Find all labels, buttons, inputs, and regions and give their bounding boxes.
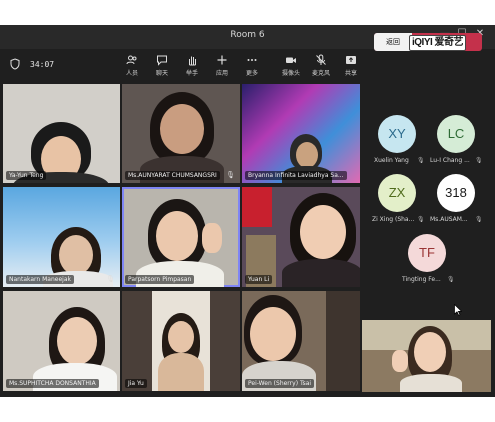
roster-name: Zi Xing (Sha...	[372, 216, 415, 223]
camera-button[interactable]: 摄像头	[274, 54, 308, 77]
raise-hand-label: 举手	[185, 70, 198, 77]
avatar-tf[interactable]: TF	[408, 234, 446, 272]
video-tile-suphitcha[interactable]: Ms.SUPHITCHA DONSANTHIA	[3, 291, 120, 391]
return-button[interactable]: 返回	[374, 33, 412, 51]
self-view-video[interactable]	[362, 320, 491, 392]
mic-muted-icon: 🎙	[226, 171, 235, 179]
avatar-318[interactable]: 318	[437, 174, 475, 212]
participant-name: Pei-Wen (Sherry) Tsai	[245, 379, 315, 388]
participant-roster: XY Xuelin Yang 🎙 LC Lu-I Chang ... 🎙 ZX …	[362, 84, 495, 319]
iqiyi-watermark: iQIYI 爱奇艺	[409, 35, 467, 51]
avatar-zx[interactable]: ZX	[378, 174, 416, 212]
video-tile-jia-yu[interactable]: Jia Yu	[122, 291, 240, 391]
roster-name: Tingting Fe...	[402, 276, 441, 283]
microphone-icon	[316, 54, 326, 65]
leave-button[interactable]: 返回 iQIYI 爱奇艺	[374, 33, 482, 51]
avatar-lc[interactable]: LC	[437, 115, 475, 153]
more-button[interactable]: 更多	[235, 54, 269, 77]
background-door	[326, 291, 360, 391]
mouse-cursor-icon	[454, 304, 462, 316]
video-tile-aunyarat[interactable]: Ms.AUNYARAT CHUMSANGSRI 🎙	[122, 84, 240, 183]
meeting-toolbar: 34:07 人员 聊天 举手 应用 更多 摄像头 麦克风 共享	[0, 49, 495, 85]
mic-muted-icon: 🎙	[475, 157, 483, 164]
participant-name: Ms.SUPHITCHA DONSANTHIA	[6, 379, 99, 388]
mic-muted-icon: 🎙	[447, 276, 455, 283]
roster-name: Xuelin Yang	[374, 157, 409, 164]
roster-name: Ms.AUSAM...	[430, 216, 468, 223]
participant-name: Ya-Yun Teng	[6, 171, 47, 180]
chat-button[interactable]: 聊天	[145, 54, 179, 77]
avatar-xy[interactable]: XY	[378, 115, 416, 153]
video-tile-yuan-li[interactable]: Yuan Li	[242, 187, 360, 287]
microphone-button[interactable]: 麦克风	[304, 54, 338, 77]
people-icon	[126, 55, 137, 65]
raise-hand-button[interactable]: 举手	[175, 54, 209, 77]
shield-icon	[10, 58, 20, 70]
participant-name: Bryanna Infinita Laviadhya Sa...	[245, 171, 347, 180]
share-icon	[346, 56, 356, 64]
mic-muted-icon: 🎙	[475, 216, 483, 223]
more-icon	[247, 59, 257, 61]
mic-muted-icon: 🎙	[417, 216, 425, 223]
apps-icon	[217, 55, 227, 65]
chat-label: 聊天	[155, 70, 168, 77]
meeting-timer: 34:07	[30, 60, 55, 69]
video-tile-pei-wen[interactable]: Pei-Wen (Sherry) Tsai	[242, 291, 360, 391]
video-tile-nantakarn[interactable]: Nantakarn Maneejak 🎙	[3, 187, 120, 287]
camera-label: 摄像头	[281, 70, 300, 77]
people-button[interactable]: 人员	[115, 54, 149, 77]
more-label: 更多	[245, 70, 258, 77]
mic-muted-icon: 🎙	[106, 275, 115, 283]
participant-name: Parpatsorn Pimpasan	[125, 275, 195, 284]
people-label: 人员	[125, 70, 138, 77]
apps-button[interactable]: 应用	[205, 54, 239, 77]
participant-name: Nantakarn Maneejak	[6, 275, 74, 284]
chat-icon	[157, 55, 167, 66]
share-button[interactable]: 共享	[334, 54, 368, 77]
share-label: 共享	[344, 70, 357, 77]
microphone-label: 麦克风	[311, 70, 330, 77]
roster-name: Lu-I Chang ...	[430, 157, 470, 164]
mic-muted-icon: 🎙	[417, 157, 425, 164]
video-tile-bryanna[interactable]: Bryanna Infinita Laviadhya Sa...	[242, 84, 360, 183]
apps-label: 应用	[215, 70, 228, 77]
video-tile-ya-yun-teng[interactable]: Ya-Yun Teng	[3, 84, 120, 183]
participant-name: Yuan Li	[245, 275, 273, 284]
camera-icon	[286, 57, 296, 63]
raise-hand-icon	[189, 56, 196, 66]
participant-name: Jia Yu	[125, 379, 147, 388]
background-decor	[242, 187, 272, 227]
participant-name: Ms.AUNYARAT CHUMSANGSRI	[125, 171, 220, 180]
video-tile-parpatsorn[interactable]: Parpatsorn Pimpasan	[122, 187, 240, 287]
